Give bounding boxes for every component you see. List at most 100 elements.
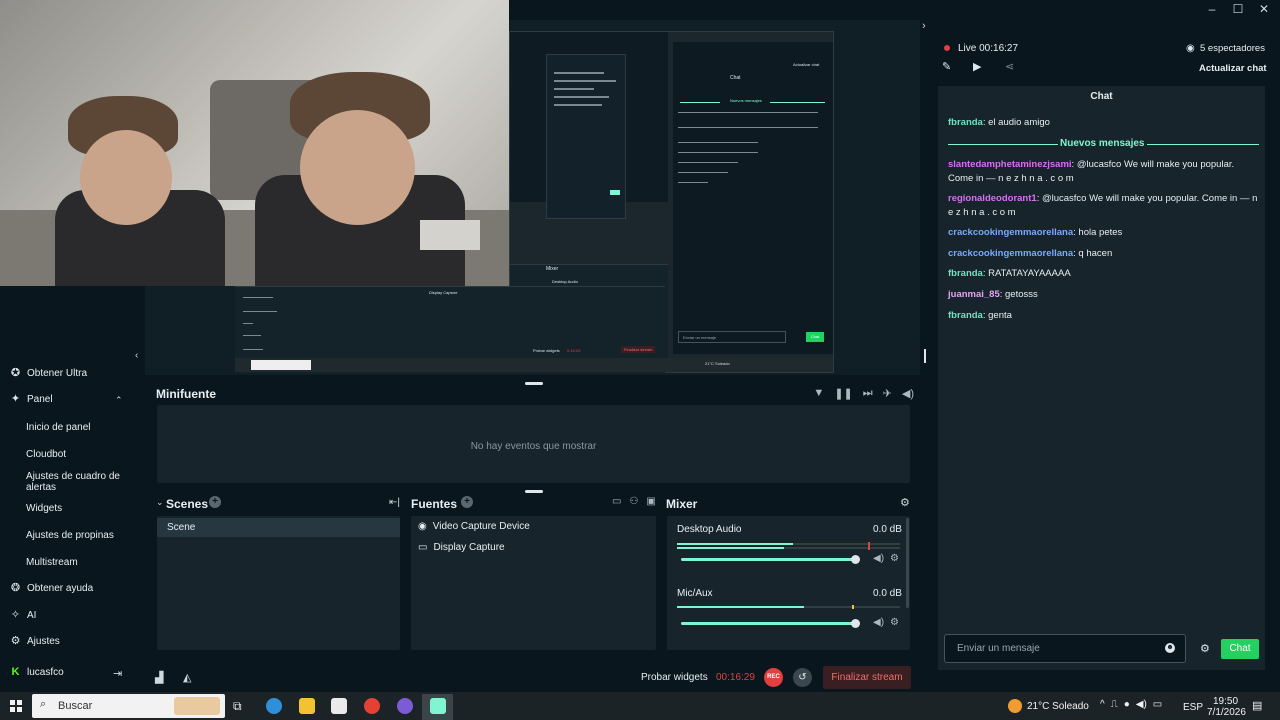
volume-slider[interactable] [681, 622, 855, 625]
taskbar-language[interactable]: ESP [1183, 702, 1203, 713]
new-messages-divider [948, 144, 1058, 145]
record-button[interactable]: REC [764, 668, 783, 687]
windows-start-icon[interactable] [10, 700, 22, 712]
sidebar-item-alertas[interactable]: Ajustes de cuadro de alertas [26, 471, 126, 493]
stats-icon[interactable]: ▟ [155, 671, 163, 684]
viewer-count[interactable]: 5 espectadores [1200, 43, 1265, 54]
streamlabs-icon[interactable] [430, 698, 446, 714]
usb-icon[interactable]: ⎍ [1111, 699, 1118, 710]
chrome-icon[interactable] [364, 698, 380, 714]
resize-handle[interactable] [924, 349, 926, 363]
chat-username[interactable]: crackcookingemmaorellana [948, 227, 1073, 238]
drag-handle-top[interactable] [525, 382, 543, 385]
mixer-scrollbar[interactable] [906, 518, 909, 608]
sidebar-item-account[interactable]: K lucasfco [10, 667, 64, 679]
mixer-settings-icon[interactable]: ⚙ [900, 496, 910, 509]
chat-username[interactable]: crackcookingemmaorellana [948, 248, 1073, 259]
sidebar-item-inicio-de-panel[interactable]: Inicio de panel [26, 422, 126, 433]
sidebar-item-ajustes[interactable]: ⚙ Ajustes [10, 635, 60, 648]
chat-message: crackcookingemmaorellana: hola petes [948, 226, 1258, 240]
edit-stream-icon[interactable]: ✎ [942, 60, 951, 73]
channel-settings-icon[interactable]: ⚙ [890, 553, 899, 564]
end-stream-button[interactable]: Finalizar stream [823, 666, 911, 689]
gear-icon: ⚙ [10, 635, 21, 647]
logout-icon[interactable]: ⇥ [113, 667, 122, 680]
sources-preview-icon[interactable]: ▭ [612, 496, 621, 507]
share-icon[interactable]: ⋖ [1005, 60, 1014, 73]
sidebar-item-label: Obtener ayuda [27, 583, 94, 594]
chat-send-button[interactable]: Chat [1221, 639, 1259, 659]
sidebar-collapse-toggle[interactable]: ‹ [135, 350, 138, 361]
scene-item[interactable]: Scene [157, 518, 400, 537]
nested-chat-input: Enviar un mensaje [678, 331, 786, 343]
sidebar-item-multistream[interactable]: Multistream [26, 557, 126, 568]
chevron-up-icon[interactable]: ^ [1100, 699, 1105, 710]
notifications-icon[interactable]: ◭ [183, 671, 191, 684]
maximize-button[interactable]: ☐ [1232, 2, 1244, 16]
sidebar-item-widgets[interactable]: Widgets [26, 503, 126, 514]
tray-icons[interactable]: ^ ⎍ ● ◀) ▭ [1100, 699, 1162, 710]
sidebar-item-ai[interactable]: ✧ AI [10, 610, 37, 622]
chat-collapse-icon[interactable]: › [922, 20, 926, 32]
add-scene-icon[interactable]: + [209, 496, 221, 508]
ultra-icon: ✪ [10, 367, 21, 379]
source-item[interactable]: ◉ Video Capture Device [418, 521, 530, 532]
chat-username[interactable]: fbranda [948, 117, 983, 128]
scenes-collapse-icon[interactable]: ⌄ [156, 497, 164, 508]
chat-input[interactable]: Enviar un mensaje [944, 634, 1186, 663]
chat-username[interactable]: fbranda [948, 310, 983, 321]
add-source-icon[interactable]: + [461, 496, 473, 508]
mute-icon[interactable]: ◀) [873, 553, 884, 564]
mic-icon[interactable]: ● [1124, 699, 1130, 710]
drag-handle-middle[interactable] [525, 490, 543, 493]
app-icon[interactable] [397, 698, 413, 714]
minimize-button[interactable]: – [1206, 2, 1218, 16]
scene-transition-icon[interactable]: ⇤| [389, 497, 400, 508]
emoji-icon[interactable]: ☻ [1165, 643, 1175, 653]
volume-slider-handle[interactable] [851, 619, 860, 628]
taskbar-time[interactable]: 19:50 [1213, 696, 1238, 707]
taskbar-date[interactable]: 7/1/2026 [1207, 707, 1246, 718]
notifications-center-icon[interactable]: ▤ [1252, 699, 1262, 712]
mute-icon[interactable]: ◀) [873, 617, 884, 628]
channel-settings-icon[interactable]: ⚙ [890, 617, 899, 628]
network-icon[interactable]: ▭ [1153, 699, 1162, 710]
test-widgets-button[interactable]: Probar widgets [641, 672, 708, 683]
sidebar-item-obtener-ultra[interactable]: ✪ Obtener Ultra [10, 367, 87, 380]
filter-icon[interactable]: ▼ [813, 387, 824, 400]
chat-settings-icon[interactable]: ⚙ [1200, 642, 1210, 655]
task-view-icon[interactable]: ⧉ [233, 699, 242, 714]
volume-slider[interactable] [681, 558, 855, 561]
folder-icon[interactable]: ▣ [646, 496, 655, 507]
speaker-icon[interactable]: ◀) [1136, 699, 1147, 710]
file-explorer-icon[interactable] [299, 698, 315, 714]
chat-message: slantedamphetaminezjsami: @lucasfco We w… [948, 158, 1258, 186]
pause-icon[interactable]: ❚❚ [834, 387, 852, 400]
sidebar-item-obtener-ayuda[interactable]: ❂ Obtener ayuda [10, 583, 94, 595]
chat-username[interactable]: regionaldeodorant1 [948, 193, 1037, 204]
sources-group-icon[interactable]: ⚇ [629, 496, 638, 507]
volume-icon[interactable]: ◀) [902, 387, 914, 400]
nested-taskbar: 21°C Soleado [235, 358, 833, 372]
chat-username[interactable]: fbranda [948, 268, 983, 279]
replay-buffer-button[interactable]: ↺ [793, 668, 812, 687]
chat-username[interactable]: juanmai_85 [948, 289, 1000, 300]
edge-icon[interactable] [266, 698, 282, 714]
sidebar-item-propinas[interactable]: Ajustes de propinas [26, 530, 126, 541]
taskbar-weather[interactable]: 21°C Soleado [1027, 701, 1089, 712]
skip-icon[interactable]: ⏭ [863, 387, 873, 400]
volume-slider-handle[interactable] [851, 555, 860, 564]
chevron-up-icon[interactable]: ⌃ [115, 395, 123, 406]
mute-alerts-icon[interactable]: ✈ [883, 387, 892, 400]
sidebar-item-cloudbot[interactable]: Cloudbot [26, 449, 126, 460]
close-button[interactable]: ✕ [1258, 2, 1270, 16]
sidebar-item-panel[interactable]: ✦ Panel [10, 393, 53, 406]
weather-icon [1008, 699, 1022, 713]
video-icon[interactable]: ▶ [973, 60, 981, 73]
source-item[interactable]: ▭ Display Capture [418, 542, 505, 553]
dashboard-icon: ✦ [10, 393, 21, 405]
source-label: Display Capture [433, 542, 505, 553]
store-icon[interactable] [331, 698, 347, 714]
update-chat-button[interactable]: Actualizar chat [1199, 63, 1267, 74]
chat-username[interactable]: slantedamphetaminezjsami [948, 159, 1072, 170]
